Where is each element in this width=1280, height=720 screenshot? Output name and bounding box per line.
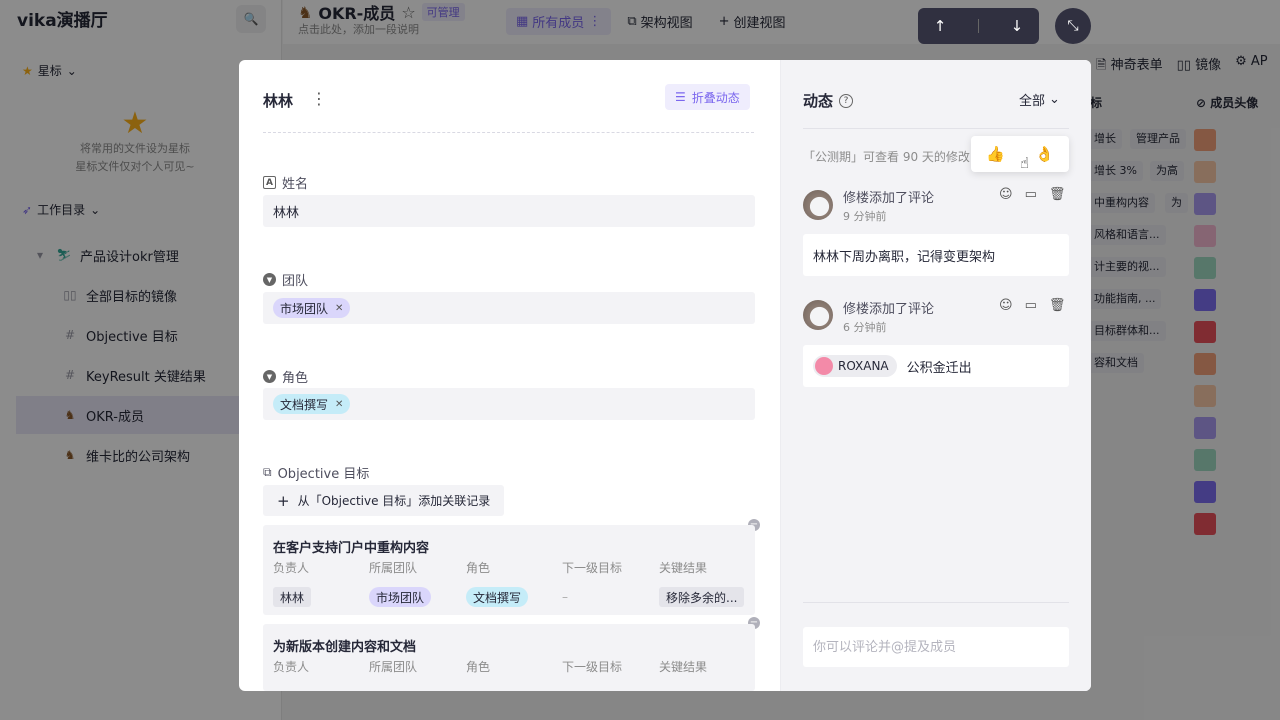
name-field[interactable]: 林林 [263, 195, 755, 227]
close-icon[interactable]: ✕ [335, 399, 343, 410]
role-chip: 文档撰写 [466, 587, 529, 607]
link-icon: ⧉ [263, 465, 272, 479]
field-label-name: A 姓名 [263, 173, 308, 192]
ok-hand-emoji[interactable]: 👌 [1035, 145, 1054, 163]
avatar [803, 300, 833, 330]
linked-record-title: 在客户支持门户中重构内容 [273, 541, 430, 556]
comment-body: 林林下周办离职，记得变更架构 [803, 234, 1069, 276]
entry-tools: ☺ ▭ 🗑 [999, 298, 1065, 313]
trash-icon[interactable]: 🗑 [1049, 187, 1066, 202]
close-icon[interactable]: ✕ [335, 303, 343, 314]
single-select-icon: ▼ [263, 370, 276, 383]
activity-title: 动态 ? [803, 90, 854, 111]
field-label-role: ▼ 角色 [263, 367, 308, 386]
avatar [803, 190, 833, 220]
entry-head: 修楼添加了评论 [843, 191, 935, 206]
entry-tools: ☺ ▭ 🗑 [999, 187, 1065, 202]
mention-chip[interactable]: ROXANA [813, 355, 897, 377]
record-nav: ↑ ↓ [918, 8, 1039, 44]
activity-pane: 动态 ? 全部 ⌄ 「公测期」可查看 90 天的修改 更多 👍 👌 修楼添加了评… [780, 60, 1091, 691]
field-label-objective: ⧉ Objective 目标 [263, 465, 370, 482]
linked-record-title: 为新版本创建内容和文档 [273, 640, 417, 655]
next-record-button[interactable]: ↓ [1011, 17, 1024, 35]
add-linked-record-button[interactable]: + 从「Objective 目标」添加关联记录 [263, 485, 505, 516]
entry-head: 修楼添加了评论 [843, 302, 935, 317]
divider [803, 128, 1069, 129]
key-result-chip: 移除多余的... [659, 587, 745, 607]
single-select-icon: ▼ [263, 273, 276, 286]
linked-record-card[interactable]: 为新版本创建内容和文档 负责人 所属团队 角色 下一级目标 关键结果 [263, 624, 755, 691]
owner-chip: 林林 [273, 587, 312, 607]
trash-icon[interactable]: 🗑 [1049, 298, 1066, 313]
beta-notice: 「公测期」可查看 90 天的修改 [803, 150, 970, 164]
linked-record-card[interactable]: 在客户支持门户中重构内容 负责人 所属团队 角色 下一级目标 关键结果 林林 市… [263, 525, 755, 615]
fold-activity-button[interactable]: ☰ 折叠动态 [665, 84, 750, 110]
entry-time: 9 分钟前 [843, 210, 887, 223]
divider [803, 602, 1069, 603]
plus-icon: + [277, 491, 290, 510]
role-chip: 文档撰写 ✕ [273, 394, 351, 414]
hand-cursor-icon: ☝ [1020, 154, 1030, 172]
record-modal: 林林 ⋮ ☰ 折叠动态 A 姓名 林林 ▼ 团队 市场团队 ✕ ▼ 角色 文档撰… [239, 60, 1091, 691]
comment-body: ROXANA 公积金迁出 [803, 345, 1069, 387]
help-icon[interactable]: ? [839, 93, 854, 108]
team-chip: 市场团队 [369, 587, 432, 607]
avatar [815, 357, 833, 375]
prev-record-button[interactable]: ↑ [934, 17, 947, 35]
chevron-down-icon: ⌄ [1049, 92, 1060, 107]
thumbs-up-emoji[interactable]: 👍 [986, 145, 1005, 163]
role-field[interactable]: 文档撰写 ✕ [263, 388, 755, 420]
comment-input[interactable] [803, 627, 1069, 667]
more-vertical-icon[interactable]: ⋮ [311, 90, 327, 108]
divider [263, 132, 754, 133]
entry-time: 6 分钟前 [843, 321, 887, 334]
text-field-icon: A [263, 176, 276, 189]
activity-filter-select[interactable]: 全部 ⌄ [1019, 90, 1060, 109]
emoji-icon[interactable]: ☺ [999, 298, 1013, 313]
team-field[interactable]: 市场团队 ✕ [263, 292, 755, 324]
collapse-icon[interactable]: ⤡ [1055, 8, 1091, 44]
list-icon: ☰ [675, 90, 686, 104]
sub-goal-value: – [562, 590, 568, 604]
record-title: 林林 [263, 92, 294, 110]
emoji-icon[interactable]: ☺ [999, 187, 1013, 202]
reply-icon[interactable]: ▭ [1025, 187, 1037, 202]
record-fields-pane: 林林 ⋮ ☰ 折叠动态 A 姓名 林林 ▼ 团队 市场团队 ✕ ▼ 角色 文档撰… [239, 60, 780, 691]
reply-icon[interactable]: ▭ [1025, 298, 1037, 313]
team-chip: 市场团队 ✕ [273, 298, 351, 318]
field-label-team: ▼ 团队 [263, 270, 308, 289]
